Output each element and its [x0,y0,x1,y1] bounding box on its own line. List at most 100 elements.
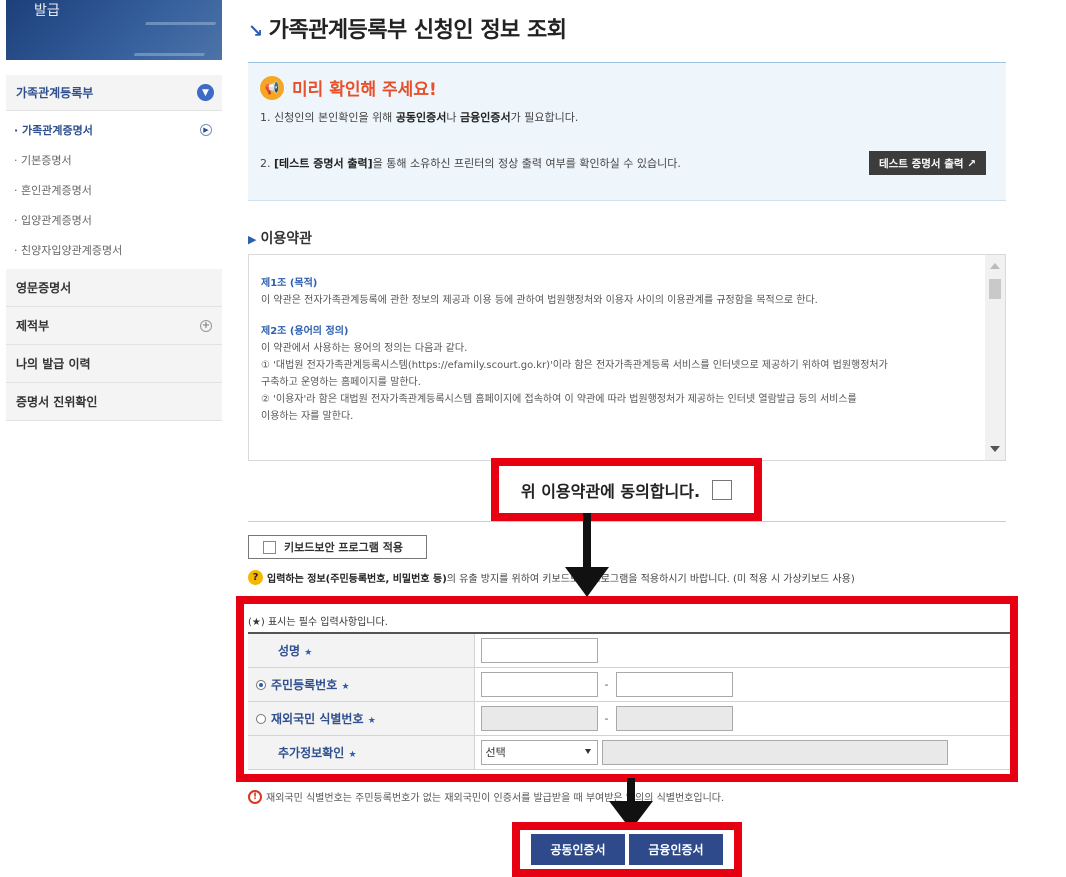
required-note: (★) 표시는 필수 입력사항입니다. [248,617,388,628]
terms-text: 구축하고 운영하는 홈페이지를 말한다. [261,377,421,388]
notice-line-2: 2. [테스트 증명서 출력]을 통해 소유하신 프린터의 정상 출력 여부를 … [260,155,681,171]
form-row-overseas-id: 재외국민 식별번호 ★ - [248,701,1010,736]
extra-info-select[interactable]: 선택 [480,739,598,765]
terms-agree-highlight: 위 이용약관에 동의합니다. [491,458,762,521]
sidebar-subitem-basic-cert[interactable]: · 기본증명서 [6,145,222,175]
terms-article-heading: 제2조 (용어의 정의) [261,326,349,337]
terms-text: 이 약관은 전자가족관계등록에 관한 정보의 제공과 이용 등에 관하여 법원행… [261,295,818,306]
finance-cert-button[interactable]: 금융인증서 [629,834,723,865]
required-star-icon: ★ [341,681,350,692]
sidebar-submenu: · 가족관계증명서 ▶ · 기본증명서 · 혼인관계증명서 · 입양관계증명서 … [6,111,222,269]
cert-buttons-highlight: 공동인증서 금융인증서 [512,822,742,877]
book-illustration [133,22,217,56]
terms-heading: ▶ 이용약관 [248,228,312,248]
keyboard-security-note: ? 입력하는 정보(주민등록번호, 비밀번호 등) 의 유출 방지를 위하여 키보… [248,570,855,585]
terms-article-heading: 제1조 (목적) [261,278,318,289]
select-value: 선택 [485,745,506,759]
notice-heading: 📢 미리 확인해 주세요! [260,75,437,100]
notice-bold: [테스트 증명서 출력] [274,157,373,170]
applicant-form-highlight: (★) 표시는 필수 입력사항입니다. 성명 ★ 주민등록번호 ★ - 재외국민… [236,596,1018,782]
form-row-name: 성명 ★ [248,633,1010,668]
sidebar-subitem-label: · 가족관계증명서 [14,124,93,137]
applicant-form-table: 성명 ★ 주민등록번호 ★ - 재외국민 식별번호 ★ - 추가정보확인 ★ 선… [248,632,1010,770]
sidebar-item-verify-cert[interactable]: 증명서 진위확인 [6,383,222,421]
terms-scroll-box[interactable]: 제1조 (목적) 이 약관은 전자가족관계등록에 관한 정보의 제공과 이용 등… [248,254,1006,461]
sidebar-item-label: 가족관계등록부 [16,86,94,100]
form-row-extra-info: 추가정보확인 ★ 선택 [248,735,1010,770]
notice-text: 1. 신청인의 본인확인을 위해 [260,111,396,124]
keyboard-security-toggle[interactable]: 키보드보안 프로그램 적용 [248,535,427,559]
field-label: 추가정보확인 [278,745,345,760]
arrow-down-icon [565,513,609,597]
notice-text: 을 통해 소유하신 프린터의 정상 출력 여부를 확인하실 수 있습니다. [372,157,681,170]
field-label: 성명 [278,643,301,658]
required-star-icon: ★ [304,647,313,658]
title-mark-icon: ↘ [248,21,263,42]
dropdown-arrow-icon [584,748,591,754]
sidebar-item-issue-history[interactable]: 나의 발급 이력 [6,345,222,383]
field-label: 재외국민 식별번호 [271,711,364,726]
scroll-down-icon[interactable] [990,446,1000,452]
plus-icon[interactable]: + [200,319,212,332]
sidebar-subitem-label: · 입양관계증명서 [14,214,92,227]
notice-line-1: 1. 신청인의 본인확인을 위해 공동인증서나 금융인증서가 필요합니다. [260,109,578,125]
keyboard-security-label: 키보드보안 프로그램 적용 [284,541,403,554]
sidebar-item-english-cert[interactable]: 영문증명서 [6,269,222,307]
sidebar-subitem-family-cert[interactable]: · 가족관계증명서 ▶ [6,115,222,145]
chevron-right-icon: ▶ [200,124,212,136]
overseas-id-radio[interactable] [256,714,266,724]
triangle-right-icon: ▶ [248,233,257,246]
name-input[interactable] [480,637,598,663]
sidebar-banner: 발급 [6,0,222,60]
sidebar-item-label: 제적부 [16,319,50,333]
sidebar-subitem-marriage-cert[interactable]: · 혼인관계증명서 [6,175,222,205]
notice-text: 2. [260,157,274,170]
test-print-button[interactable]: 테스트 증명서 출력 ↗ [868,151,986,175]
overseas-id-back-input [615,705,733,731]
scroll-up-icon[interactable] [990,263,1000,269]
keyboard-security-checkbox[interactable] [263,540,276,554]
sidebar-subitem-label: · 혼인관계증명서 [14,184,92,197]
joint-cert-button[interactable]: 공동인증서 [531,834,625,865]
keyboard-note-text: 의 유출 방지를 위하여 키보드보안 프로그램을 적용하시기 바랍니다. (미 … [446,574,855,585]
terms-text: ① '대법원 전자가족관계등록시스템(https://efamily.scour… [261,360,888,371]
question-icon: ? [248,570,263,585]
terms-scrollbar[interactable] [985,255,1005,460]
notice-bold: 금융인증서 [460,111,511,124]
notice-bold: 공동인증서 [395,111,447,124]
sidebar-item-removed-register[interactable]: 제적부 + [6,307,222,345]
section-divider [248,521,1006,522]
page-title-text: 가족관계등록부 신청인 정보 조회 [268,18,567,43]
page-title: ↘ 가족관계등록부 신청인 정보 조회 [248,12,567,44]
overseas-id-label[interactable]: 재외국민 식별번호 ★ [248,701,475,736]
overseas-id-front-input [480,705,598,731]
sidebar-subitem-adoption-cert[interactable]: · 입양관계증명서 [6,205,222,235]
extra-info-input [601,739,948,765]
dash-separator: - [604,711,609,725]
required-star-icon: ★ [348,749,357,760]
sidebar-item-label: 증명서 진위확인 [16,395,98,409]
rrn-front-input[interactable] [480,671,598,697]
warning-text: 재외국민 식별번호는 주민등록번호가 없는 재외국민이 인증서를 발급받을 때 … [266,793,725,804]
terms-agree-checkbox[interactable] [712,479,733,500]
name-label: 성명 ★ [248,633,475,668]
scroll-thumb[interactable] [989,279,1001,299]
form-row-rrn: 주민등록번호 ★ - [248,667,1010,702]
terms-content: 제1조 (목적) 이 약관은 전자가족관계등록에 관한 정보의 제공과 이용 등… [249,255,1005,425]
terms-heading-text: 이용약관 [260,231,312,247]
terms-text: 이용하는 자를 말한다. [261,411,354,422]
notice-box: 📢 미리 확인해 주세요! 1. 신청인의 본인확인을 위해 공동인증서나 금융… [248,62,1006,201]
sidebar-subitem-full-adoption-cert[interactable]: · 친양자입양관계증명서 [6,235,222,265]
chevron-down-icon[interactable]: ▼ [197,84,214,101]
keyboard-note-bold: 입력하는 정보(주민등록번호, 비밀번호 등) [267,574,447,585]
notice-text: 나 [446,111,461,124]
sidebar-item-family-register[interactable]: 가족관계등록부 ▼ [6,75,222,111]
rrn-radio[interactable] [256,680,266,690]
rrn-label[interactable]: 주민등록번호 ★ [248,667,475,702]
exclamation-icon: ! [248,789,262,804]
extra-info-label: 추가정보확인 ★ [248,735,475,770]
sidebar-item-label: 나의 발급 이력 [16,357,91,371]
terms-agree-label: 위 이용약관에 동의합니다. [520,481,701,501]
rrn-back-input[interactable] [615,671,733,697]
field-label: 주민등록번호 [271,677,338,692]
